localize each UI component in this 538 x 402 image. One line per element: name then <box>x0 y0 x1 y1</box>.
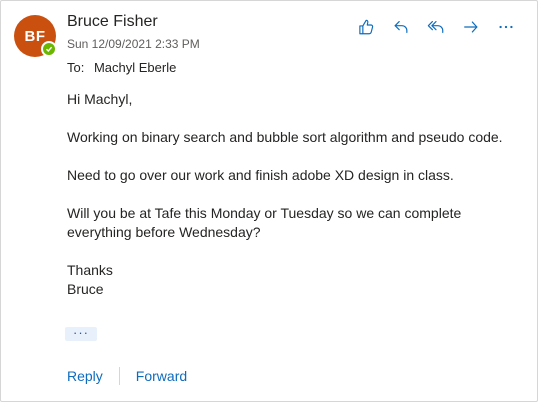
forward-icon <box>462 18 480 41</box>
divider <box>118 367 120 385</box>
forward-button[interactable] <box>458 17 484 41</box>
sender-name[interactable]: Bruce Fisher <box>67 13 158 31</box>
like-icon <box>357 18 375 41</box>
body-greeting: Hi Machyl, <box>67 91 133 107</box>
recipient-line: To: Machyl Eberle <box>67 60 176 75</box>
email-card: BF Bruce Fisher Sun 12/09/2021 2:33 PM T… <box>0 0 538 402</box>
more-actions-icon <box>497 18 515 41</box>
show-trimmed-content-button[interactable]: ··· <box>65 326 97 341</box>
body-paragraph-2: Need to go over our work and finish adob… <box>67 167 454 183</box>
body-paragraph-1: Working on binary search and bubble sort… <box>67 129 503 145</box>
recipient-name[interactable]: Machyl Eberle <box>94 60 176 75</box>
like-button[interactable] <box>353 17 379 41</box>
body-paragraph-3: Will you be at Tafe this Monday or Tuesd… <box>67 205 462 240</box>
forward-link[interactable]: Forward <box>136 368 187 384</box>
reply-link[interactable]: Reply <box>67 368 103 384</box>
reply-icon <box>392 18 410 41</box>
message-actions <box>353 17 528 41</box>
message-body: Hi Machyl, Working on binary search and … <box>67 90 507 299</box>
reply-button[interactable] <box>388 17 414 41</box>
body-signature: Bruce <box>67 281 104 297</box>
sent-date: Sun 12/09/2021 2:33 PM <box>67 37 200 51</box>
more-actions-button[interactable] <box>493 17 519 41</box>
avatar-initials: BF <box>24 27 46 45</box>
presence-available-icon <box>41 41 57 57</box>
to-label: To: <box>67 60 85 75</box>
reply-all-icon <box>427 18 445 41</box>
body-closing: Thanks <box>67 262 113 278</box>
footer-actions: Reply Forward <box>67 367 187 385</box>
reply-all-button[interactable] <box>423 17 449 41</box>
